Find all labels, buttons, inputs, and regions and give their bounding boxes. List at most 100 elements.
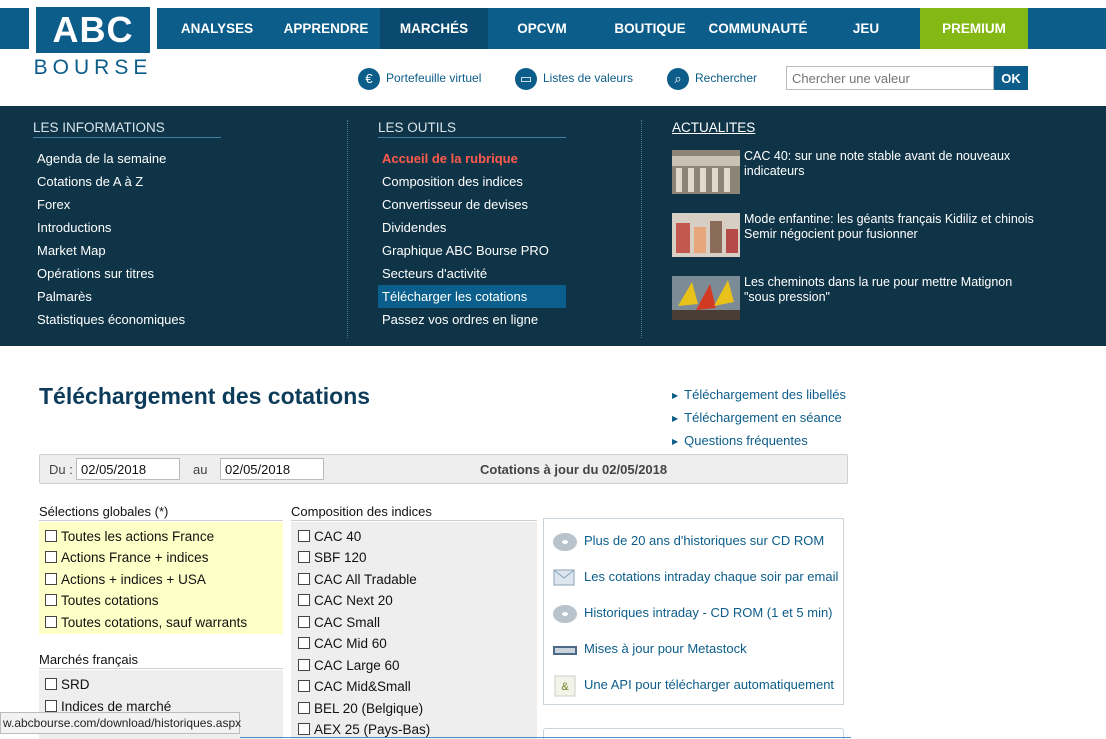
mega-menu: LES INFORMATIONS Agenda de la semaine Co… <box>0 106 1106 346</box>
link-faq-label: Questions fréquentes <box>684 433 808 448</box>
date-bar: Du : au Cotations à jour du 02/05/2018 <box>39 454 848 484</box>
menu-separator <box>641 120 642 338</box>
outils-link-telecharger[interactable]: Télécharger les cotations <box>378 285 566 308</box>
logo[interactable]: ABC BOURSE <box>29 0 157 84</box>
promo-intraday-email-label: Les cotations intraday chaque soir par e… <box>584 569 839 584</box>
news-image-mode[interactable] <box>672 213 740 257</box>
checkbox-icon <box>298 637 310 649</box>
nav-apprendre[interactable]: APPRENDRE <box>272 8 380 49</box>
listes-link[interactable]: ▭ Listes de valeurs <box>515 64 633 92</box>
checkbox-icon <box>45 551 57 563</box>
info-link-marketmap[interactable]: Market Map <box>33 239 106 262</box>
checkbox-icon <box>298 594 310 606</box>
bottom-divider <box>240 737 851 738</box>
info-link-statistiques[interactable]: Statistiques économiques <box>33 308 185 331</box>
news-item-3[interactable]: Les cheminots dans la rue pour mettre Ma… <box>744 275 1034 305</box>
promo-metastock[interactable]: Mises à jour pour Metastock <box>552 635 747 663</box>
nav-jeu[interactable]: JEU <box>812 8 920 49</box>
promo-intraday-cdrom[interactable]: Historiques intraday - CD ROM (1 et 5 mi… <box>552 599 833 627</box>
checkbox-indice[interactable]: CAC Small <box>298 612 380 633</box>
link-faq[interactable]: ▶ Questions fréquentes <box>672 433 808 448</box>
nav-communaute[interactable]: COMMUNAUTÉ <box>704 8 812 49</box>
nav-premium[interactable]: PREMIUM <box>920 8 1028 49</box>
cdrom-icon <box>553 604 577 623</box>
indices-title: Composition des indices <box>291 504 432 519</box>
outils-link-composition[interactable]: Composition des indices <box>378 170 523 193</box>
checkbox-label: CAC Mid&Small <box>314 679 411 694</box>
checkbox-globale[interactable]: Actions France + indices <box>45 547 208 568</box>
outils-link-dividendes[interactable]: Dividendes <box>378 216 446 239</box>
portefeuille-link[interactable]: € Portefeuille virtuel <box>358 64 481 92</box>
promo-metastock-label: Mises à jour pour Metastock <box>584 641 747 656</box>
checkbox-label: BEL 20 (Belgique) <box>314 701 424 716</box>
du-date-input[interactable] <box>76 458 180 480</box>
nav-analyses[interactable]: ANALYSES <box>163 8 271 49</box>
checkbox-label: AEX 25 (Pays-Bas) <box>314 722 431 737</box>
checkbox-indice[interactable]: BEL 20 (Belgique) <box>298 698 423 719</box>
link-libelles[interactable]: ▶ Téléchargement des libellés <box>672 387 846 402</box>
search-input[interactable] <box>786 66 994 90</box>
nav-marches[interactable]: MARCHÉS <box>380 8 488 49</box>
news-title[interactable]: ACTUALITES <box>672 120 755 135</box>
info-link-forex[interactable]: Forex <box>33 193 70 216</box>
checkbox-icon <box>298 530 310 542</box>
promo-intraday-email[interactable]: Les cotations intraday chaque soir par e… <box>552 563 838 591</box>
link-en-seance[interactable]: ▶ Téléchargement en séance <box>672 410 842 425</box>
checkbox-label: CAC Mid 60 <box>314 636 387 651</box>
checkbox-indice[interactable]: AEX 25 (Pays-Bas) <box>298 719 430 739</box>
checkbox-icon <box>45 678 57 690</box>
promo-cdrom-label: Plus de 20 ans d'historiques sur CD ROM <box>584 533 825 548</box>
nav-boutique[interactable]: BOUTIQUE <box>596 8 704 49</box>
outils-link-accueil[interactable]: Accueil de la rubrique <box>378 147 518 170</box>
outils-link-graphique[interactable]: Graphique ABC Bourse PRO <box>378 239 549 262</box>
news-item-2[interactable]: Mode enfantine: les géants français Kidi… <box>744 212 1034 242</box>
news-item-1[interactable]: CAC 40: sur une note stable avant de nou… <box>744 149 1034 179</box>
info-link-palmares[interactable]: Palmarès <box>33 285 92 308</box>
outils-link-convertisseur[interactable]: Convertisseur de devises <box>378 193 528 216</box>
menu-separator <box>347 120 348 338</box>
news-image-bourse[interactable] <box>672 150 740 194</box>
checkbox-label: CAC Small <box>314 615 381 630</box>
info-link-introductions[interactable]: Introductions <box>33 216 111 239</box>
checkbox-globale[interactable]: Toutes cotations <box>45 590 159 611</box>
outils-link-ordres[interactable]: Passez vos ordres en ligne <box>378 308 538 331</box>
checkbox-indice[interactable]: CAC All Tradable <box>298 569 417 590</box>
rechercher-link[interactable]: ⌕ Rechercher <box>667 64 757 92</box>
euro-icon: € <box>358 67 380 90</box>
info-link-agenda[interactable]: Agenda de la semaine <box>33 147 166 170</box>
triangle-right-icon: ▶ <box>672 414 679 424</box>
checkbox-icon <box>45 700 57 712</box>
checkbox-indice[interactable]: CAC Mid&Small <box>298 676 411 697</box>
checkbox-icon <box>45 594 57 606</box>
outils-link-secteurs[interactable]: Secteurs d'activité <box>378 262 487 285</box>
info-link-cotations[interactable]: Cotations de A à Z <box>33 170 143 193</box>
checkbox-icon <box>45 530 57 542</box>
info-link-operations[interactable]: Opérations sur titres <box>33 262 154 285</box>
api-icon: & <box>554 675 576 697</box>
checkbox-globale[interactable]: Toutes cotations, sauf warrants <box>45 612 247 633</box>
checkbox-indice[interactable]: CAC 40 <box>298 526 361 547</box>
page-title: Téléchargement des cotations <box>39 383 371 409</box>
search-ok-button[interactable]: OK <box>994 66 1028 90</box>
promo-cdrom[interactable]: Plus de 20 ans d'historiques sur CD ROM <box>552 527 824 555</box>
news-image-cheminots[interactable] <box>672 276 740 320</box>
status-url: w.abcbourse.com/download/historiques.asp… <box>0 712 241 734</box>
checkbox-globale[interactable]: Actions + indices + USA <box>45 569 206 590</box>
checkbox-marche[interactable]: SRD <box>45 674 90 695</box>
promo-intraday-cdrom-label: Historiques intraday - CD ROM (1 et 5 mi… <box>584 605 833 620</box>
checkbox-label: CAC 40 <box>314 529 362 544</box>
nav-opcvm[interactable]: OPCVM <box>488 8 596 49</box>
promo-api[interactable]: & Une API pour télécharger automatiquemen… <box>552 671 834 699</box>
checkbox-icon <box>298 659 310 671</box>
search-icon: ⌕ <box>667 67 689 90</box>
checkbox-indice[interactable]: SBF 120 <box>298 547 367 568</box>
checkbox-indice[interactable]: CAC Large 60 <box>298 655 400 676</box>
link-en-seance-label: Téléchargement en séance <box>684 410 842 425</box>
checkbox-icon <box>45 573 57 585</box>
au-date-input[interactable] <box>220 458 324 480</box>
divider <box>291 520 537 521</box>
checkbox-label: CAC Next 20 <box>314 593 393 608</box>
checkbox-globale[interactable]: Toutes les actions France <box>45 526 214 547</box>
checkbox-indice[interactable]: CAC Mid 60 <box>298 633 387 654</box>
checkbox-indice[interactable]: CAC Next 20 <box>298 590 393 611</box>
